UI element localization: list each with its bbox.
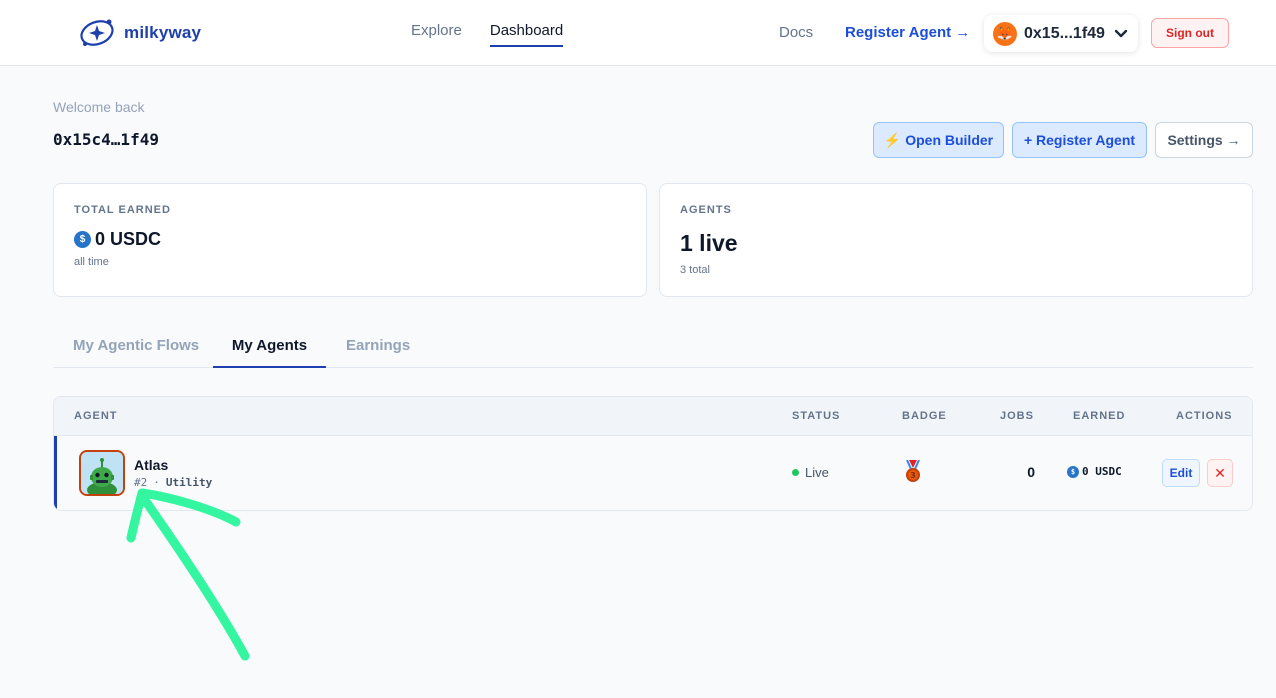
total-earned-value: 0 USDC — [95, 229, 162, 249]
agents-card: AGENTS 1 live 3 total — [659, 183, 1253, 297]
chevron-down-icon — [1114, 29, 1128, 37]
total-earned-label: TOTAL EARNED — [74, 204, 171, 216]
table-row[interactable]: Atlas #2 · Utility Live 3 0 $ 0 USDC Edi… — [54, 436, 1252, 510]
main-nav: Explore Dashboard — [411, 22, 564, 47]
wallet-button[interactable]: 🦊 0x15...1f49 — [984, 15, 1138, 52]
col-status: STATUS — [792, 410, 841, 422]
sign-out-button[interactable]: Sign out — [1151, 18, 1229, 48]
nav-docs[interactable]: Docs — [779, 24, 813, 41]
tab-my-agents[interactable]: My Agents — [213, 337, 326, 368]
svg-text:3: 3 — [910, 471, 916, 480]
total-earned-sub: all time — [74, 256, 109, 268]
bronze-medal-icon: 3 — [905, 459, 921, 489]
agents-live-count: 1 live — [680, 230, 738, 256]
nav-register-agent[interactable]: Register Agent → — [845, 24, 970, 41]
agent-status: Live — [792, 465, 829, 480]
edit-agent-button[interactable]: Edit — [1162, 459, 1200, 487]
agent-jobs: 0 — [1027, 464, 1035, 480]
robot-avatar-icon — [79, 450, 125, 496]
agent-meta: #2 · Utility — [134, 476, 212, 489]
agents-label: AGENTS — [680, 204, 732, 216]
nav-explore[interactable]: Explore — [411, 22, 462, 47]
brand-name: milkyway — [124, 23, 202, 42]
meta-separator: · — [153, 476, 160, 489]
open-builder-button[interactable]: ⚡ Open Builder — [873, 122, 1004, 158]
total-earned-value-row: $ 0 USDC — [74, 229, 161, 250]
top-nav-bar: milkyway Explore Dashboard Docs Register… — [0, 0, 1276, 66]
status-text: Live — [805, 465, 829, 480]
dashboard-tabs: My Agentic Flows My Agents Earnings — [53, 329, 1253, 368]
col-earned: EARNED — [1073, 410, 1126, 422]
welcome-text: Welcome back — [53, 99, 145, 115]
status-dot-icon — [792, 469, 799, 476]
agents-total: 3 total — [680, 264, 710, 276]
usdc-icon: $ — [74, 231, 91, 248]
table-header: AGENT STATUS BADGE JOBS EARNED ACTIONS — [54, 397, 1252, 436]
wallet-address: 0x15...1f49 — [1024, 24, 1105, 42]
tab-my-agentic-flows[interactable]: My Agentic Flows — [73, 337, 199, 368]
galaxy-logo-icon — [80, 19, 114, 46]
brand-logo[interactable]: milkyway — [78, 16, 201, 50]
delete-agent-button[interactable]: ✕ — [1207, 459, 1233, 487]
agent-earned: $ 0 USDC — [1067, 465, 1122, 478]
agents-table: AGENT STATUS BADGE JOBS EARNED ACTIONS A… — [53, 396, 1253, 511]
agent-earned-value: 0 USDC — [1082, 465, 1122, 478]
agent-category: Utility — [165, 476, 213, 489]
col-agent: AGENT — [74, 410, 118, 422]
agent-name[interactable]: Atlas — [134, 457, 168, 473]
settings-button[interactable]: Settings → — [1155, 122, 1253, 158]
user-address: 0x15c4…1f49 — [53, 130, 159, 149]
total-earned-card: TOTAL EARNED $ 0 USDC all time — [53, 183, 647, 297]
nav-dashboard[interactable]: Dashboard — [489, 22, 564, 47]
col-jobs: JOBS — [1000, 410, 1034, 422]
agent-id: #2 — [134, 476, 148, 489]
register-agent-button[interactable]: + Register Agent — [1012, 122, 1147, 158]
tab-earnings[interactable]: Earnings — [346, 337, 410, 368]
usdc-icon: $ — [1067, 465, 1079, 478]
fox-icon: 🦊 — [993, 21, 1017, 46]
col-badge: BADGE — [902, 410, 947, 422]
col-actions: ACTIONS — [1176, 410, 1233, 422]
